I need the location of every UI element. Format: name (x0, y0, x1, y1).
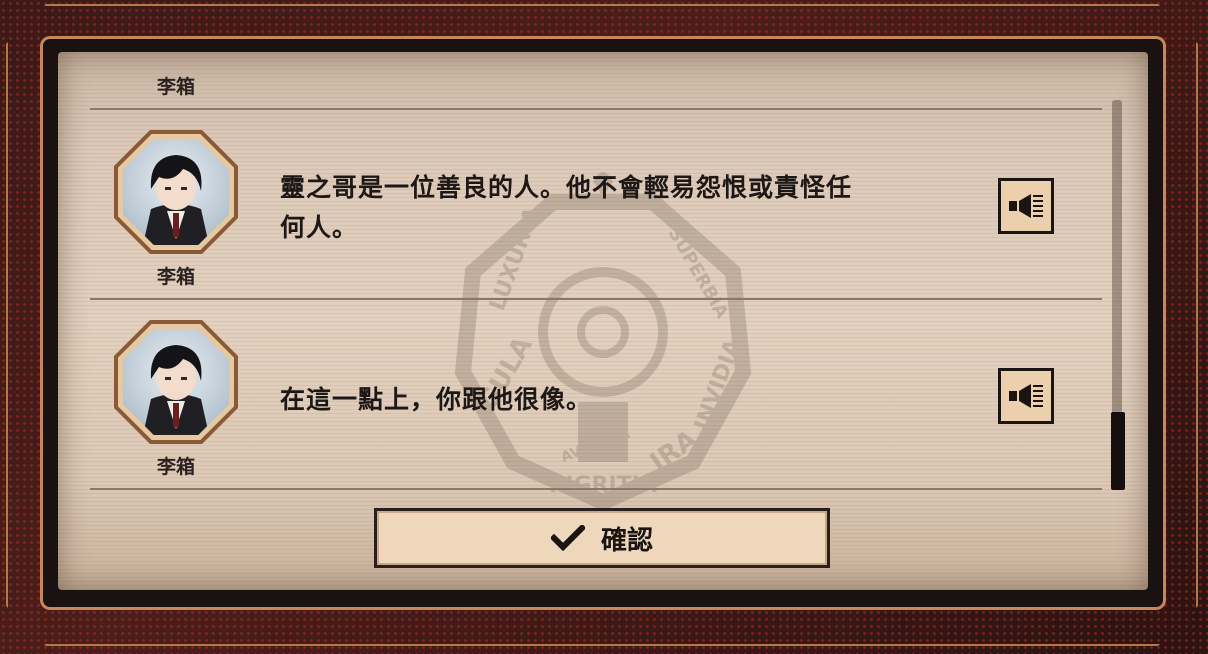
dialogue-line: 靈之哥是一位善良的人。他不會輕易怨恨或責怪任 何人。 (280, 168, 990, 248)
speaker-name: 李箱 (156, 266, 195, 288)
entry-divider (90, 298, 1102, 300)
speaker-icon (1009, 384, 1043, 408)
play-voice-button[interactable] (998, 178, 1054, 234)
entry-divider (90, 488, 1102, 490)
confirm-label: 確認 (600, 525, 653, 556)
speaker-portrait (114, 320, 238, 444)
dialogue-log-panel: PIGRITIA LUXURIA GULA AVARITIA IRA INVID… (58, 52, 1148, 590)
checkmark-icon (550, 525, 585, 551)
dialogue-line-2: 何人。 (280, 213, 359, 242)
character-avatar-icon (143, 345, 209, 435)
speaker-icon (1009, 194, 1043, 218)
scrollbar-thumb[interactable] (1111, 412, 1125, 490)
play-voice-button[interactable] (998, 368, 1054, 424)
speaker-name: 李箱 (156, 456, 195, 478)
character-avatar-icon (143, 155, 209, 245)
speaker-portrait (114, 130, 238, 254)
dialogue-line-1: 靈之哥是一位善良的人。他不會輕易怨恨或責怪任 (280, 173, 853, 202)
speaker-name: 李箱 (156, 76, 195, 98)
emblem-word-pigritia: PIGRITIA (549, 473, 657, 498)
entry-divider (90, 108, 1102, 110)
dialogue-line: 在這一點上，你跟他很像。 (280, 385, 593, 414)
confirm-button[interactable]: 確認 (374, 508, 830, 568)
